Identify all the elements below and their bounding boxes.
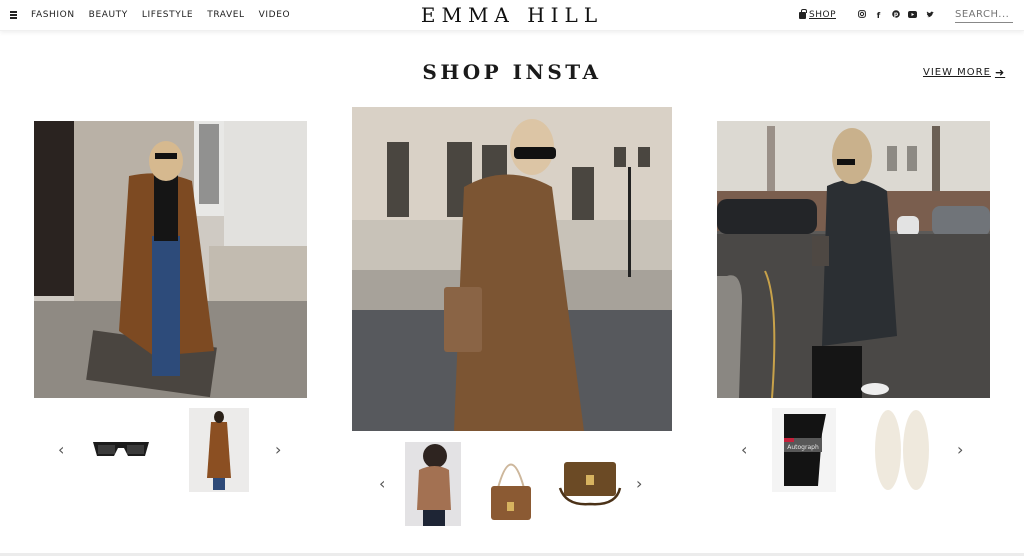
post-3-prev-arrow[interactable]: ‹ (741, 442, 747, 458)
sunglasses-image (88, 432, 154, 468)
camel-coat-image (189, 408, 249, 492)
post-2-product-1[interactable] (405, 442, 461, 526)
post-1-product-2[interactable] (189, 408, 249, 492)
facebook-icon[interactable]: f (874, 11, 883, 21)
post-2-product-3[interactable] (556, 458, 624, 508)
post-2-next-arrow[interactable]: › (636, 476, 642, 492)
post-3-next-arrow[interactable]: › (957, 442, 963, 458)
insoles-image (868, 408, 936, 492)
instagram-icon[interactable] (857, 10, 866, 21)
crossbody-bag-image (556, 458, 624, 508)
shoulder-bag-image (488, 446, 534, 522)
post-3-product-2[interactable] (868, 408, 936, 492)
section-title: SHOP INSTA (422, 60, 602, 84)
insta-post-3-photo[interactable] (717, 121, 990, 398)
site-header: FASHION BEAUTY LIFESTYLE TRAVEL VIDEO EM… (0, 0, 1024, 31)
svg-text:p: p (893, 11, 898, 18)
logo-text[interactable]: EMMA HILL (421, 3, 603, 27)
pinterest-icon[interactable]: p (891, 10, 900, 21)
shop-link[interactable]: SHOP (799, 9, 836, 20)
post-1-next-arrow[interactable]: › (275, 442, 281, 458)
post-2-image (352, 107, 672, 431)
sweater-image (405, 442, 461, 526)
post-3-product-1[interactable]: Autograph (772, 408, 836, 492)
arrow-right-icon: ➜ (994, 66, 1006, 79)
post-2-prev-arrow[interactable]: ‹ (379, 476, 385, 492)
search-input[interactable] (955, 9, 1013, 23)
view-more-link[interactable]: VIEW MORE ➜ (923, 66, 1005, 79)
social-links: f p (857, 10, 934, 21)
post-3-image (717, 121, 990, 398)
post-1-image (34, 121, 307, 398)
view-more-label: VIEW MORE (923, 67, 991, 78)
shop-label: SHOP (809, 10, 836, 20)
socks-image: Autograph (772, 408, 836, 492)
socks-brand-label: Autograph (787, 444, 819, 451)
twitter-icon[interactable] (925, 11, 934, 21)
insta-post-1-photo[interactable] (34, 121, 307, 398)
youtube-icon[interactable] (908, 10, 917, 21)
post-2-product-2[interactable] (488, 446, 534, 522)
insta-post-2-photo[interactable] (352, 107, 672, 431)
post-1-product-1[interactable] (88, 432, 154, 468)
post-1-prev-arrow[interactable]: ‹ (58, 442, 64, 458)
shopping-bag-icon (799, 9, 807, 19)
